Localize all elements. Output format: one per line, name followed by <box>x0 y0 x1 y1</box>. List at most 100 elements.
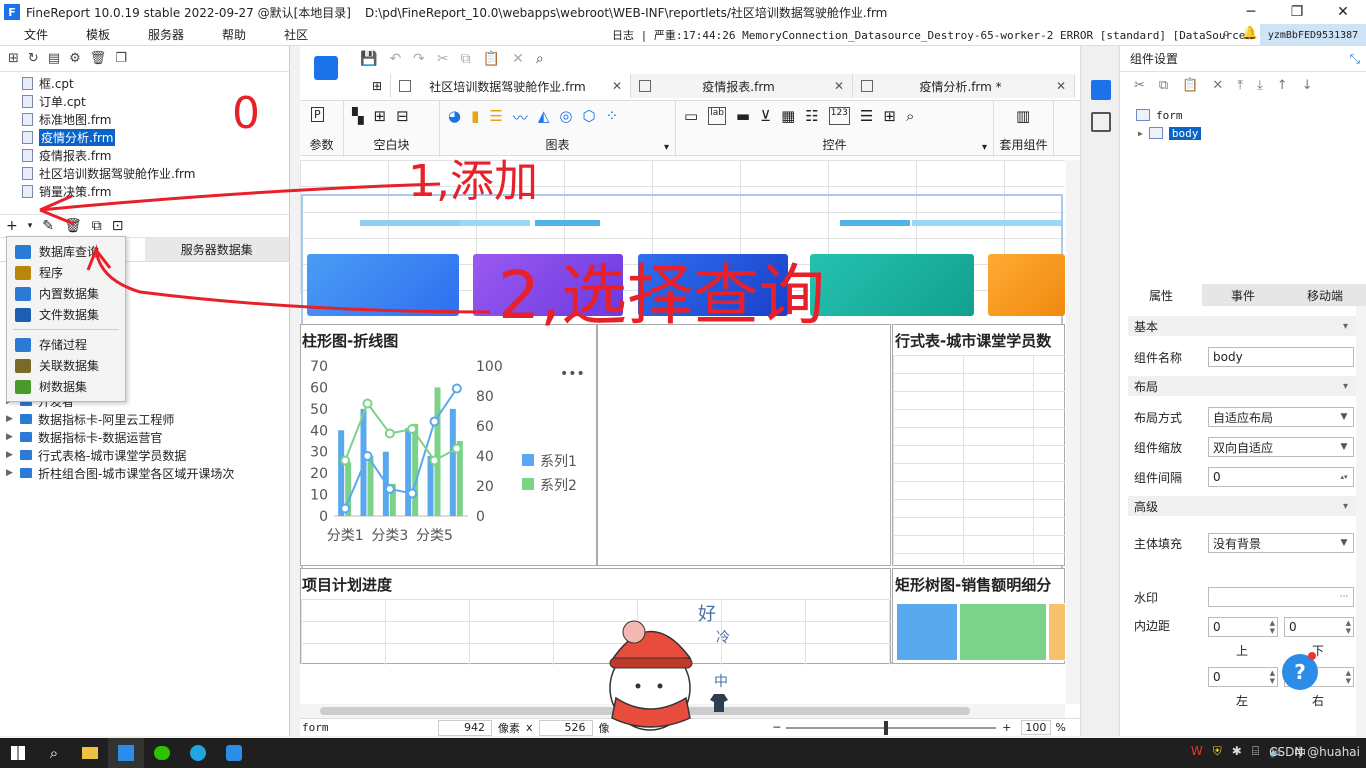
search-icon[interactable]: ⌕ <box>36 738 72 768</box>
menu-template[interactable]: 模板 <box>62 26 124 43</box>
menu-item-dataset-type[interactable]: 程序 <box>7 262 125 283</box>
tab-properties[interactable]: 属性 <box>1120 284 1202 306</box>
layers-icon[interactable] <box>1091 112 1111 132</box>
watermark-input[interactable]: ··· <box>1208 587 1354 607</box>
close-button[interactable]: ✕ <box>1320 0 1366 24</box>
width-field[interactable]: 942 <box>438 719 492 736</box>
table-widget[interactable] <box>892 324 1065 567</box>
component-group[interactable]: ▥ 套用组件 <box>994 101 1054 157</box>
section-advanced[interactable]: 高级 ▾ <box>1128 496 1356 516</box>
fill-select[interactable]: 没有背景 ▼ <box>1208 533 1354 553</box>
add-dataset-button[interactable]: + <box>6 218 18 234</box>
height-field[interactable]: 526 <box>538 719 593 736</box>
wps-icon[interactable]: W <box>1191 744 1203 761</box>
menu-item-dataset-type[interactable]: 关联数据集 <box>7 355 125 376</box>
save-icon[interactable]: 💾 <box>360 51 377 67</box>
menu-community[interactable]: 社区 <box>260 26 322 43</box>
menu-item-dataset-type[interactable]: 内置数据集 <box>7 283 125 304</box>
move-bottom-icon[interactable]: ⤓ <box>1257 78 1263 93</box>
expand-arrow-icon[interactable]: ▶ <box>6 414 16 424</box>
param-group[interactable]: P 参数 <box>300 101 344 157</box>
spinner-icon[interactable]: ▴▾ <box>1335 468 1353 486</box>
copy-icon[interactable]: ⧉ <box>1159 78 1168 93</box>
menu-file[interactable]: 文件 <box>0 26 62 43</box>
vertical-scrollbar[interactable] <box>1066 160 1080 704</box>
component-settings-toggle[interactable] <box>1091 80 1111 100</box>
chart-more-icon[interactable]: ••• <box>560 366 585 382</box>
document-tab[interactable]: 疫情报表.frm ✕ <box>631 74 854 98</box>
combo-chart[interactable]: 0 10 20 30 40 50 60 70 0 20 40 60 80 100 分类1 分类3 分类5 系列1 系… <box>300 356 596 552</box>
redo-icon[interactable]: ↷ <box>413 51 425 67</box>
minimize-button[interactable]: ─ <box>1228 0 1274 24</box>
tab-server-dataset[interactable]: 服务器数据集 <box>144 238 289 261</box>
kpi-card-teal[interactable] <box>810 254 974 316</box>
expand-arrow-icon[interactable]: ▶ <box>1138 129 1143 138</box>
close-icon[interactable]: ✕ <box>612 79 622 93</box>
layout-mode-select[interactable]: 自适应布局 ▼ <box>1208 407 1354 427</box>
delete-icon[interactable]: ✕ <box>1212 78 1223 93</box>
dropdown-icon[interactable]: ▾ <box>28 221 33 231</box>
kpi-card-purple[interactable] <box>473 254 623 316</box>
wechat-icon[interactable] <box>144 738 180 768</box>
zoom-plus[interactable]: + <box>1002 721 1011 734</box>
dataset-item[interactable]: ▶ 数据指标卡-数据运营官 <box>0 428 289 446</box>
component-name-input[interactable]: body <box>1208 347 1354 367</box>
menu-item-dataset-type[interactable]: 文件数据集 <box>7 304 125 325</box>
document-tab[interactable]: 疫情分析.frm * ✕ <box>853 74 1076 98</box>
move-up-icon[interactable]: ↑ <box>1277 78 1288 93</box>
close-icon[interactable]: ✕ <box>1056 79 1066 93</box>
edge-icon[interactable] <box>180 738 216 768</box>
preview-icon[interactable]: ⧉ <box>92 218 102 234</box>
app-icon[interactable] <box>216 738 252 768</box>
spinner-icon[interactable]: ▲ ▼ <box>1270 619 1275 635</box>
move-top-icon[interactable]: ⤒ <box>1237 78 1243 93</box>
template-item[interactable]: 订单.cpt <box>0 92 289 110</box>
tab-list-icon[interactable]: ⊞ <box>364 74 392 98</box>
section-basic[interactable]: 基本 ▾ <box>1128 316 1356 336</box>
template-item[interactable]: 销量决策.frm <box>0 182 289 200</box>
log-line[interactable]: 日志 | 严重:17:44:26 MemoryConnection_Dataso… <box>612 27 1252 43</box>
template-item[interactable]: 标准地图.frm <box>0 110 289 128</box>
tab-events[interactable]: 事件 <box>1202 284 1284 306</box>
chart-group[interactable]: ◕ ▮ ☰ 〰 ◭ ◎ ⬡ ⁘ 图表 ▾ <box>440 101 676 157</box>
cut-icon[interactable]: ✂ <box>1134 78 1145 93</box>
expand-arrow-icon[interactable]: ▶ <box>6 450 16 460</box>
undo-icon[interactable]: ↶ <box>389 51 401 67</box>
blank-group[interactable]: ▚ ⊞ ⊟ 空白块 <box>344 101 440 157</box>
copy-icon[interactable]: ❐ <box>115 51 127 66</box>
cut-icon[interactable]: ✂ <box>437 51 449 67</box>
expand-arrow-icon[interactable]: ▶ <box>6 432 16 442</box>
document-tab[interactable]: 社区培训数据驾驶舱作业.frm ✕ <box>391 74 632 98</box>
more-icon[interactable]: ··· <box>1335 588 1353 606</box>
tab-mobile[interactable]: 移动端 <box>1284 284 1366 306</box>
delete-dataset-icon[interactable]: 🗑 <box>64 218 82 234</box>
template-item[interactable]: 框.cpt <box>0 74 289 92</box>
padding-top-input[interactable]: 0 ▲ ▼ <box>1208 617 1278 637</box>
menu-item-dataset-type[interactable]: 树数据集 <box>7 376 125 397</box>
menu-server[interactable]: 服务器 <box>124 26 198 43</box>
copy-widget-icon[interactable]: ⧉ <box>461 51 471 67</box>
close-icon[interactable]: ✕ <box>834 79 844 93</box>
connection-icon[interactable]: ⊡ <box>112 218 124 234</box>
search-icon[interactable]: ⌕ <box>1223 26 1230 41</box>
menu-help[interactable]: 帮助 <box>198 26 260 43</box>
template-item[interactable]: 社区培训数据驾驶舱作业.frm <box>0 164 289 182</box>
gap-stepper[interactable]: 0 ▴▾ <box>1208 467 1354 487</box>
kpi-card-darkblue[interactable] <box>638 254 788 316</box>
spinner-icon[interactable]: ▲ ▼ <box>1346 669 1351 685</box>
expand-arrow-icon[interactable]: ▶ <box>6 468 16 478</box>
menu-item-dataset-type[interactable]: 数据库查询 <box>7 241 125 262</box>
paste-icon[interactable]: 📋 <box>483 51 500 67</box>
file-explorer-icon[interactable] <box>72 738 108 768</box>
control-group[interactable]: ▭ lab ▬ ⊻ ▦ ☷ 123 ☰ ⊞ ⌕ 控件 ▾ <box>676 101 994 157</box>
refresh-icon[interactable]: ↻ <box>28 51 39 66</box>
user-account[interactable]: yzmBbFED9531387 <box>1260 24 1366 46</box>
settings-icon[interactable]: ⚙ <box>69 51 81 66</box>
template-item[interactable]: 疫情报表.frm <box>0 146 289 164</box>
menu-item-dataset-type[interactable]: 存储过程 <box>7 334 125 355</box>
spinner-icon[interactable]: ▲ ▼ <box>1346 619 1351 635</box>
collapse-panel-icon[interactable]: ⤡ <box>1350 52 1360 67</box>
delete-widget-icon[interactable]: ✕ <box>512 51 524 67</box>
new-folder-icon[interactable]: ⊞ <box>8 51 19 66</box>
zoom-slider[interactable] <box>786 720 997 735</box>
